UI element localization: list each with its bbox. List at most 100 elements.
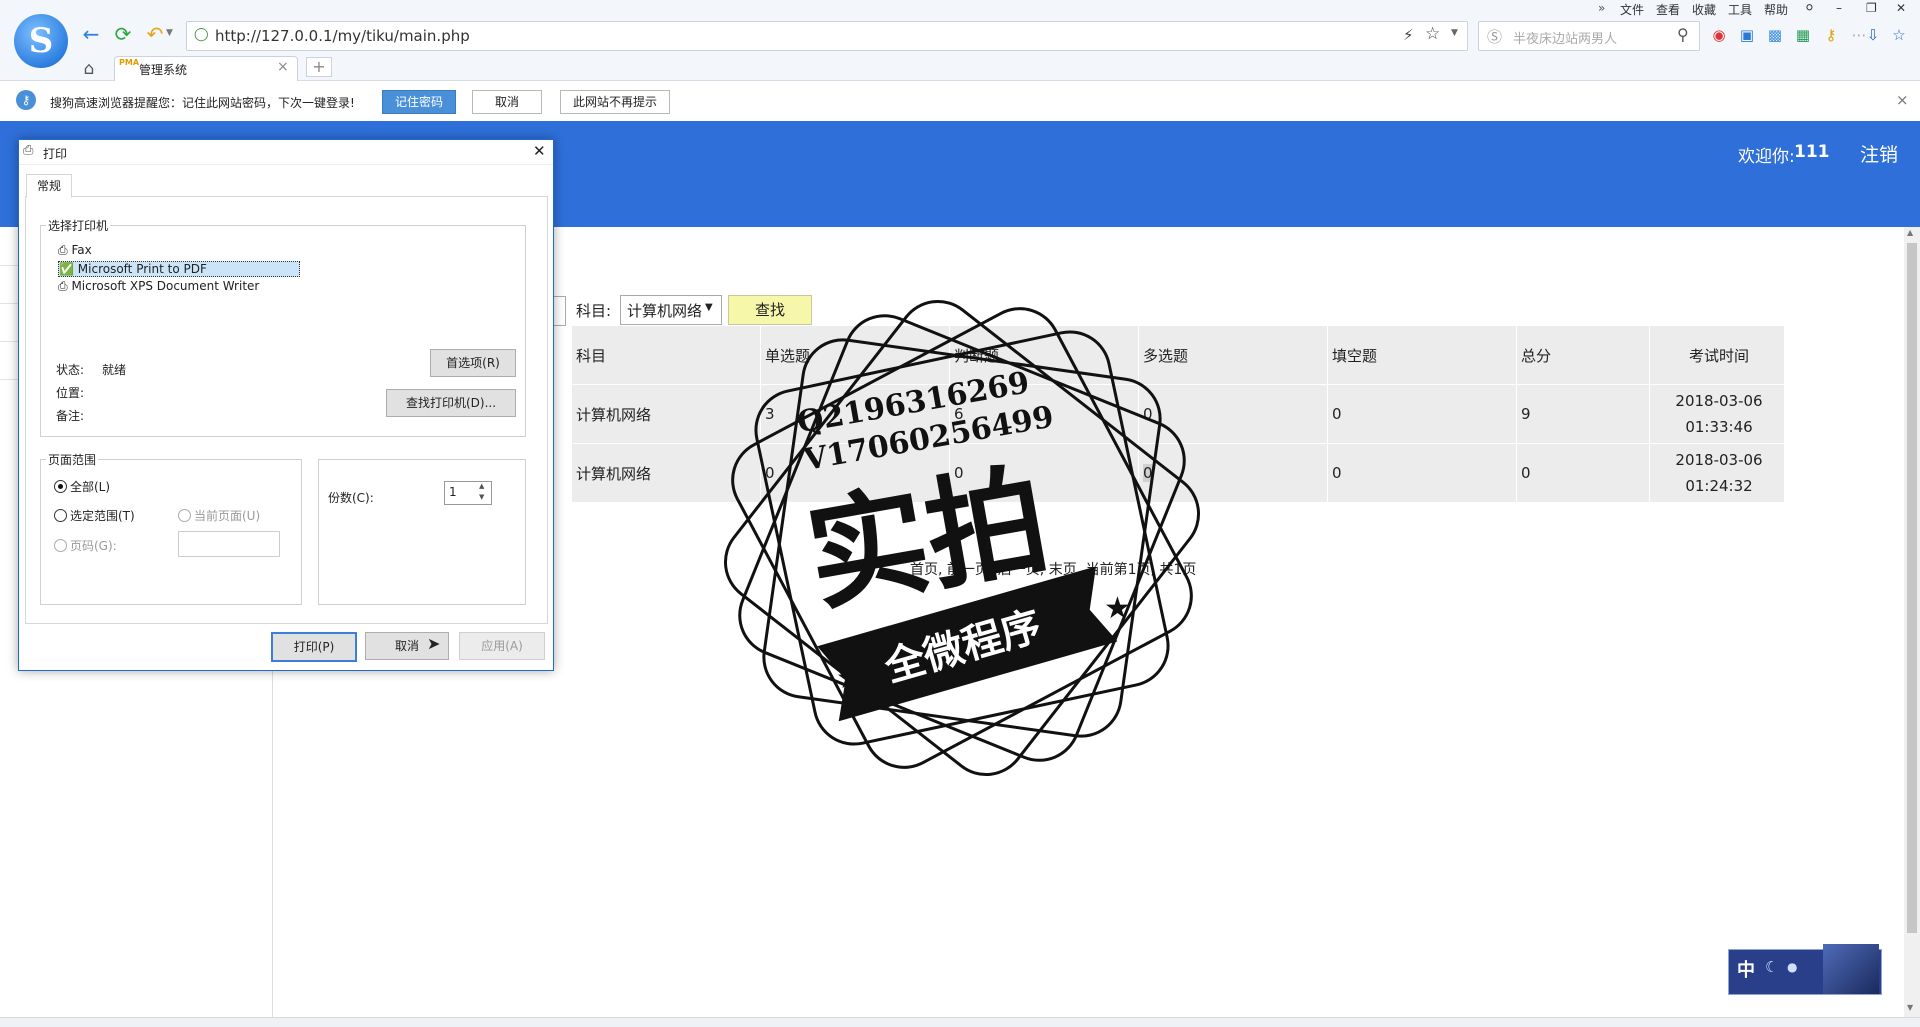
menu-file[interactable]: 文件 bbox=[1620, 1, 1644, 18]
moon-icon[interactable]: ☾ bbox=[1765, 958, 1778, 976]
scroll-up-icon[interactable]: ▲ bbox=[1907, 228, 1913, 237]
undo-dropdown-icon[interactable]: ▼ bbox=[166, 28, 173, 38]
dialog-body: 选择打印机 ⎙ Fax ✅ Microsoft Print to PDF ⎙ M… bbox=[25, 196, 548, 624]
refresh-icon[interactable]: ⟳ bbox=[110, 21, 136, 47]
close-window-icon[interactable]: ✕ bbox=[1896, 1, 1906, 15]
copies-label: 份数(C): bbox=[328, 491, 374, 505]
menu-tools[interactable]: 工具 bbox=[1728, 1, 1752, 18]
range-all-radio[interactable] bbox=[54, 480, 67, 493]
lightning-icon[interactable]: ⚡ bbox=[1403, 26, 1414, 44]
punctuation-icon[interactable]: ● bbox=[1787, 960, 1797, 974]
page-scrollbar[interactable]: ▲ ▼ bbox=[1904, 227, 1920, 1017]
screenshot-icon[interactable]: ▣ bbox=[1738, 26, 1756, 44]
copies-input[interactable]: 1 ▲ ▼ bbox=[444, 481, 492, 505]
scroll-thumb[interactable] bbox=[1907, 243, 1917, 933]
menu-favorites[interactable]: 收藏 bbox=[1692, 1, 1716, 18]
printer-fax[interactable]: ⎙ Fax bbox=[58, 243, 92, 258]
exam-date: 2018-03-06 bbox=[1675, 451, 1763, 469]
favorite-star-icon[interactable]: ☆ bbox=[1890, 26, 1908, 44]
range-all-label[interactable]: 全部(L) bbox=[70, 478, 110, 495]
page-numbers-input[interactable] bbox=[178, 531, 280, 557]
tab-title[interactable]: 管理系统 bbox=[139, 61, 187, 78]
col-total: 总分 bbox=[1516, 326, 1650, 385]
logout-link[interactable]: 注销 bbox=[1860, 140, 1898, 167]
tab-close-icon[interactable]: × bbox=[277, 59, 289, 75]
print-button[interactable]: 打印(P) bbox=[271, 632, 357, 662]
app-icon[interactable]: ▦ bbox=[1794, 26, 1812, 44]
username: 111 bbox=[1794, 142, 1830, 162]
range-pages-label: 页码(G): bbox=[70, 539, 117, 553]
weibo-icon[interactable]: ◉ bbox=[1710, 26, 1728, 44]
spin-down-icon[interactable]: ▼ bbox=[479, 493, 484, 501]
range-current-radio[interactable] bbox=[178, 509, 191, 522]
printer-pdf-label: Microsoft Print to PDF bbox=[77, 262, 207, 276]
printer-icon: ⎙ bbox=[23, 143, 34, 158]
menu-help[interactable]: 帮助 bbox=[1764, 1, 1788, 18]
browser-toolbar: S ← ⟳ ↶ ▼ ⌂ ◯ http://127.0.0.1/my/tiku/m… bbox=[0, 0, 1920, 81]
copies-value[interactable]: 1 bbox=[449, 485, 457, 499]
download-icon[interactable]: ⇩ bbox=[1864, 26, 1882, 44]
never-prompt-button[interactable]: 此网站不再提示 bbox=[560, 90, 671, 114]
remember-password-button[interactable]: 记住密码 bbox=[382, 90, 457, 114]
dialog-close-icon[interactable]: ✕ bbox=[533, 142, 546, 160]
menu-view[interactable]: 查看 bbox=[1656, 1, 1680, 18]
apply-button[interactable]: 应用(A) bbox=[459, 632, 545, 660]
address-bar[interactable]: ◯ http://127.0.0.1/my/tiku/main.php ⚡ ☆ … bbox=[186, 21, 1468, 51]
minimize-icon[interactable]: – bbox=[1836, 1, 1842, 15]
cell-total: 0 bbox=[1516, 443, 1650, 503]
preferences-button[interactable]: 首选项(R) bbox=[430, 349, 516, 377]
restore-icon[interactable]: ❐ bbox=[1866, 1, 1877, 15]
dialog-titlebar[interactable]: ⎙ 打印 ✕ bbox=[19, 140, 553, 165]
stamp-watermark: Q2196316269 V17060256499 实拍 全微程序 ★ ★ bbox=[723, 299, 1201, 777]
ime-character-art bbox=[1823, 944, 1879, 994]
more-arrows-icon[interactable]: » bbox=[1598, 1, 1605, 15]
range-current-label: 当前页面(U) bbox=[194, 509, 261, 523]
back-icon[interactable]: ← bbox=[78, 21, 104, 47]
range-selection-label[interactable]: 选定范围(T) bbox=[70, 507, 135, 524]
cell-blank: 0 bbox=[1327, 384, 1517, 444]
new-tab-button[interactable]: + bbox=[306, 57, 332, 77]
search-box[interactable]: Ⓢ 半夜床边站两男人 ⚲ bbox=[1478, 21, 1700, 51]
range-pages-radio[interactable] bbox=[54, 539, 67, 552]
chevron-down-icon: ▼ bbox=[705, 302, 713, 313]
printer-xps[interactable]: ⎙ Microsoft XPS Document Writer bbox=[58, 279, 259, 294]
shield-icon: ◯ bbox=[194, 27, 209, 42]
scroll-down-icon[interactable]: ▼ bbox=[1907, 1003, 1913, 1012]
stamp-star-right-icon: ★ bbox=[1104, 591, 1131, 626]
undo-close-icon[interactable]: ↶ bbox=[142, 21, 168, 47]
home-icon[interactable]: ⌂ bbox=[76, 56, 102, 82]
find-printer-button[interactable]: 查找打印机(D)... bbox=[386, 389, 516, 417]
key-info-icon: ⚷ bbox=[16, 90, 36, 110]
magnifier-icon[interactable]: ⚲ bbox=[1677, 25, 1689, 44]
exam-clock: 01:24:32 bbox=[1685, 477, 1753, 495]
tab-general[interactable]: 常规 bbox=[26, 174, 72, 198]
search-placeholder[interactable]: 半夜床边站两男人 bbox=[1513, 28, 1617, 47]
exam-clock: 01:33:46 bbox=[1685, 418, 1753, 436]
sogou-search-icon: Ⓢ bbox=[1487, 28, 1503, 46]
key-icon[interactable]: ⚷ bbox=[1822, 26, 1840, 44]
comment-label: 备注: bbox=[56, 409, 85, 423]
ime-mode[interactable]: 中 bbox=[1737, 956, 1755, 982]
spin-up-icon[interactable]: ▲ bbox=[479, 482, 484, 490]
sogou-browser-logo[interactable]: S bbox=[14, 14, 68, 68]
location-label: 位置: bbox=[56, 386, 85, 400]
ime-toolbar[interactable]: 中 ☾ ● bbox=[1728, 944, 1882, 995]
star-icon[interactable]: ☆ bbox=[1425, 24, 1440, 44]
skin-icon[interactable]: ⚪ bbox=[1804, 1, 1815, 16]
printer-pdf[interactable]: ✅ Microsoft Print to PDF bbox=[58, 261, 300, 277]
extension-icon[interactable]: ▩ bbox=[1766, 26, 1784, 44]
chevron-down-icon[interactable]: ▼ bbox=[1451, 28, 1458, 38]
url-text[interactable]: http://127.0.0.1/my/tiku/main.php bbox=[215, 27, 470, 45]
printer-fax-label: Fax bbox=[71, 243, 92, 257]
tab-favicon: PMA bbox=[119, 58, 140, 67]
tab-main[interactable]: PMA 管理系统 × bbox=[114, 56, 298, 81]
infobar-message: 搜狗高速浏览器提醒您：记住此网站密码，下次一键登录! bbox=[50, 96, 355, 110]
subject-select[interactable]: 计算机网络 ▼ bbox=[620, 295, 722, 325]
infobar-cancel-button[interactable]: 取消 bbox=[472, 90, 543, 114]
mouse-cursor-icon: ➤ bbox=[427, 634, 441, 653]
infobar-close-icon[interactable]: × bbox=[1896, 91, 1909, 109]
printer-group-label: 选择打印机 bbox=[46, 217, 111, 234]
xps-printer-icon: ⎙ bbox=[58, 279, 68, 293]
range-selection-radio[interactable] bbox=[54, 509, 67, 522]
status-value: 就绪 bbox=[102, 363, 127, 377]
